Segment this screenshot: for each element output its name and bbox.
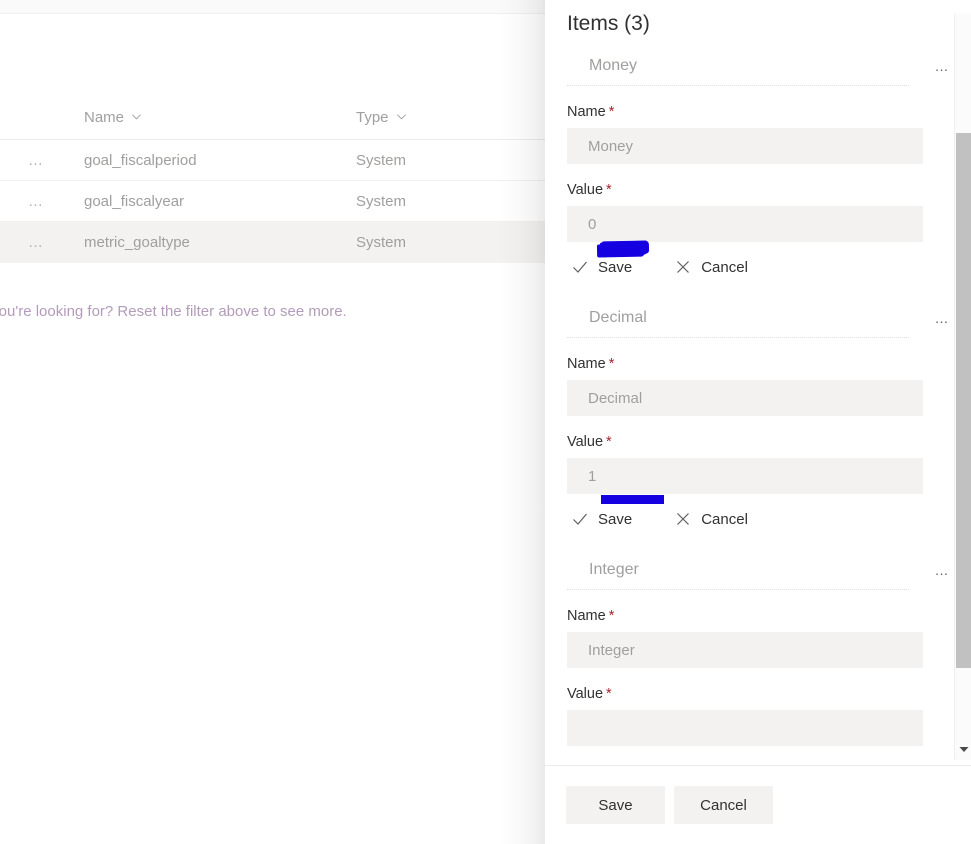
name-input[interactable]: Decimal [567,380,923,416]
save-button[interactable]: Save [566,786,665,824]
row-overflow-menu-icon[interactable]: … [28,194,45,209]
cancel-button-label: Cancel [701,258,748,276]
required-asterisk: * [606,686,612,702]
chevron-down-icon [396,111,407,122]
save-button[interactable]: Save [567,504,640,534]
grid-header-row: Name Type [0,96,560,140]
panel-scroll-region[interactable]: Money … Name * Money Value * 0 Save Canc… [545,38,971,765]
field-label-name: Name * [567,356,941,372]
blue-marker-annotation [599,241,648,256]
field-name-money: Name * Money [567,86,941,164]
panel-content: Money … Name * Money Value * 0 Save Canc… [545,38,949,746]
chevron-down-icon [959,746,969,753]
required-asterisk: * [606,434,612,450]
item-header-title: Decimal [589,308,647,326]
name-input[interactable]: Integer [567,632,923,668]
field-value-decimal: Value * 1 [567,416,941,494]
row-overflow-menu-icon[interactable]: … [28,235,45,250]
chevron-down-icon [131,111,142,122]
grid-header-type-label: Type [356,109,389,126]
app-root: Name Type … goal_fiscalperiod System … g… [0,0,971,844]
field-label-value: Value * [567,182,941,198]
item-block-money: Money … Name * Money Value * 0 Save Canc… [567,46,949,284]
close-x-icon [674,258,692,276]
field-value-money: Value * 0 [567,164,941,242]
scrollbar-thumb[interactable] [956,133,971,668]
save-button-label: Save [598,510,633,528]
save-button[interactable]: Save [567,252,640,282]
value-input[interactable] [567,710,923,746]
required-asterisk: * [606,182,612,198]
row-actions-cell: … [0,194,84,209]
value-input[interactable]: 1 [567,458,923,494]
row-overflow-menu-icon[interactable]: … [28,153,45,168]
item-header-money[interactable]: Money … [567,46,949,86]
table-row[interactable]: … goal_fiscalperiod System [0,140,560,181]
table-row[interactable]: … goal_fiscalyear System [0,181,560,222]
checkmark-icon [571,510,589,528]
item-header-decimal[interactable]: Decimal … [567,298,949,338]
field-label-name: Name * [567,104,941,120]
items-side-panel: Items (3) Money … Name * Money Value * 0… [545,0,971,844]
field-label-name-text: Name [567,608,606,624]
table-row[interactable]: … metric_goaltype System [0,222,560,263]
required-asterisk: * [608,356,615,372]
item-header-title: Money [589,56,638,74]
cancel-button-label: Cancel [701,510,748,528]
save-button-label: Save [598,258,633,276]
name-input[interactable]: Money [567,128,923,164]
grid-header-name-label: Name [84,109,125,126]
row-actions-cell: … [0,235,84,250]
field-label-value: Value * [567,434,941,450]
row-actions-cell: … [0,153,84,168]
item-header-title: Integer [589,560,639,578]
field-label-name: Name * [567,608,941,624]
scrollbar-down-arrow-button[interactable] [955,738,971,760]
value-input[interactable]: 0 [567,206,923,242]
row-type-cell: System [356,192,407,210]
item-header-integer[interactable]: Integer … [567,550,949,590]
grid-header-type[interactable]: Type [356,109,556,126]
field-value-integer: Value * [567,668,941,746]
attributes-grid: Name Type … goal_fiscalperiod System … g… [0,96,560,263]
field-label-value-text: Value [567,434,604,450]
cancel-button[interactable]: Cancel [674,786,773,824]
field-label-value: Value * [567,686,941,702]
item-overflow-menu-icon[interactable]: … [935,59,952,73]
blue-marker-annotation [601,495,664,504]
cancel-button[interactable]: Cancel [670,252,756,282]
field-label-value-text: Value [567,182,604,198]
panel-footer: Save Cancel [545,765,971,844]
close-x-icon [674,510,692,528]
item-action-row-money: Save Cancel [567,241,941,284]
item-block-decimal: Decimal … Name * Decimal Value * 1 Save … [567,298,949,536]
field-label-name-text: Name [567,104,606,120]
item-overflow-menu-icon[interactable]: … [935,563,952,577]
vertical-scrollbar[interactable] [954,14,971,760]
panel-header: Items (3) [545,0,971,38]
field-label-name-text: Name [567,356,606,372]
row-type-cell: System [356,151,407,169]
field-label-value-text: Value [567,686,604,702]
item-overflow-menu-icon[interactable]: … [935,311,952,325]
item-action-row-decimal: Save Cancel [567,495,941,536]
row-name-cell: metric_goaltype [84,233,190,251]
row-name-cell: goal_fiscalyear [84,192,185,210]
row-type-cell: System [356,233,407,251]
cancel-button[interactable]: Cancel [670,504,756,534]
item-block-integer: Integer … Name * Integer Value * [567,550,949,746]
field-name-decimal: Name * Decimal [567,338,941,416]
checkmark-icon [571,258,589,276]
field-name-integer: Name * Integer [567,590,941,668]
grid-header-name[interactable]: Name [84,109,356,126]
filter-empty-message: … you're looking for? Reset the filter a… [0,303,347,320]
required-asterisk: * [608,104,615,120]
required-asterisk: * [608,608,615,624]
page-title: Items (3) [567,12,650,35]
row-name-cell: goal_fiscalperiod [84,151,197,169]
